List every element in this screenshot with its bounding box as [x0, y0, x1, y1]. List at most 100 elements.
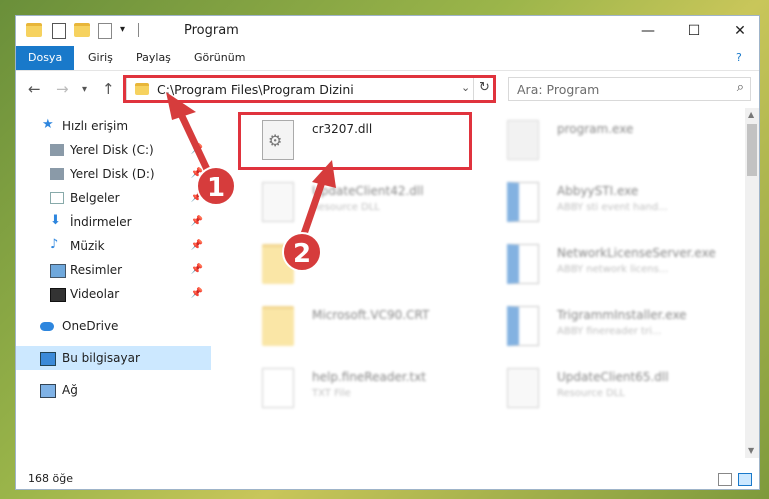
file-item[interactable] [240, 238, 490, 298]
ribbon: Dosya Giriş Paylaş Görünüm ? [16, 46, 759, 71]
file-item[interactable]: Microsoft.VC90.CRT [240, 300, 490, 360]
sidebar-item-label: Resimler [70, 263, 123, 277]
search-box[interactable]: Ara: Program ⌕ [508, 77, 751, 101]
sidebar-item-local-disk-c[interactable]: Yerel Disk (C:) 📌 [16, 138, 211, 162]
file-item[interactable]: UpdateClient42.dll Resource DLL [240, 176, 490, 236]
close-button[interactable]: ✕ [717, 16, 759, 46]
vertical-scrollbar[interactable]: ▲ ▼ [745, 108, 759, 458]
properties-icon[interactable] [52, 23, 66, 39]
chevron-down-icon[interactable]: ▾ [120, 24, 136, 38]
sidebar-item-label: Yerel Disk (D:) [70, 167, 155, 181]
search-input[interactable]: Ara: Program [517, 82, 599, 97]
dll-file-icon [262, 182, 294, 222]
folder-icon [262, 306, 294, 346]
tab-paylas[interactable]: Paylaş [124, 46, 183, 70]
new-folder-icon[interactable] [74, 23, 90, 37]
tab-giris[interactable]: Giriş [76, 46, 125, 70]
scroll-up-icon[interactable]: ▲ [748, 110, 754, 119]
sidebar-item-label: Ağ [62, 383, 78, 397]
computer-icon [40, 352, 56, 366]
pin-icon[interactable]: 📌 [191, 240, 203, 251]
file-description: ABBY network licens... [557, 264, 669, 275]
sidebar-item-label: Videolar [70, 287, 120, 301]
file-highlight [238, 112, 472, 170]
folder-icon [26, 23, 42, 37]
pictures-icon [50, 264, 66, 278]
sidebar-item-label: Bu bilgisayar [62, 351, 140, 365]
star-icon: ★ [42, 117, 54, 132]
file-description: ABBY finereader tri... [557, 326, 662, 337]
download-icon: ⬇ [50, 213, 61, 228]
pin-icon[interactable]: 📌 [191, 144, 203, 155]
sidebar-item-music[interactable]: ♪ Müzik 📌 [16, 234, 211, 258]
maximize-button[interactable]: ☐ [671, 16, 717, 46]
pin-icon[interactable]: 📌 [191, 264, 203, 275]
file-description: TXT File [312, 388, 351, 399]
tab-dosya[interactable]: Dosya [16, 46, 75, 70]
scrollbar-thumb[interactable] [747, 124, 757, 176]
file-name: NetworkLicenseServer.exe [557, 246, 716, 260]
recent-chevron-icon[interactable]: ▾ [82, 84, 87, 95]
file-description: Resource DLL [557, 388, 625, 399]
help-button[interactable]: ? [728, 46, 750, 70]
text-file-icon [262, 368, 294, 408]
sidebar-item-label: Belgeler [70, 191, 120, 205]
exe-file-icon [507, 182, 539, 222]
file-description: ABBY sti event hand... [557, 202, 668, 213]
sidebar-item-network[interactable]: Ağ [16, 378, 211, 402]
annotation-badge-1: 1 [196, 166, 236, 206]
sidebar-item-label: Yerel Disk (C:) [70, 143, 154, 157]
sidebar-item-onedrive[interactable]: OneDrive [16, 314, 211, 338]
sidebar-item-downloads[interactable]: ⬇ İndirmeler 📌 [16, 210, 211, 234]
file-item[interactable]: TrigrammInstaller.exe ABBY finereader tr… [485, 300, 735, 360]
item-count: 168 öğe [28, 472, 73, 485]
drive-icon [50, 168, 64, 180]
back-arrow-icon[interactable]: ← [28, 80, 41, 98]
details-view-icon[interactable] [718, 473, 732, 486]
scroll-down-icon[interactable]: ▼ [748, 446, 754, 455]
videos-icon [50, 288, 66, 302]
status-bar: 168 öğe [16, 468, 759, 489]
file-name: AbbyySTI.exe [557, 184, 639, 198]
forward-arrow-icon[interactable]: → [56, 80, 69, 98]
large-icons-view-icon[interactable] [738, 473, 752, 486]
sidebar-item-videos[interactable]: Videolar 📌 [16, 282, 211, 306]
file-name: program.exe [557, 122, 634, 136]
file-item[interactable]: AbbyySTI.exe ABBY sti event hand... [485, 176, 735, 236]
file-name: TrigrammInstaller.exe [557, 308, 687, 322]
title-bar: ▾ Program — ☐ ✕ [16, 16, 759, 46]
music-icon: ♪ [50, 237, 59, 252]
sidebar-item-local-disk-d[interactable]: Yerel Disk (D:) 📌 [16, 162, 211, 186]
file-item[interactable]: help.fineReader.txt TXT File [240, 362, 490, 422]
exe-file-icon [507, 306, 539, 346]
file-name: help.fineReader.txt [312, 370, 426, 384]
search-icon[interactable]: ⌕ [737, 80, 744, 95]
file-item[interactable]: NetworkLicenseServer.exe ABBY network li… [485, 238, 735, 298]
pin-icon[interactable]: 📌 [191, 288, 203, 299]
file-description: Resource DLL [312, 202, 380, 213]
sidebar-item-label: Müzik [70, 239, 105, 253]
sidebar-item-label: OneDrive [62, 319, 119, 333]
file-name: Microsoft.VC90.CRT [312, 308, 430, 322]
minimize-button[interactable]: — [625, 16, 671, 46]
file-item[interactable]: program.exe [485, 114, 735, 174]
navigation-pane: ★ Hızlı erişim Yerel Disk (C:) 📌 Yerel D… [16, 108, 213, 458]
file-name: UpdateClient42.dll [312, 184, 424, 198]
explorer-window: ▾ Program — ☐ ✕ Dosya Giriş Paylaş Görün… [15, 15, 760, 490]
file-name: UpdateClient65.dll [557, 370, 669, 384]
file-item[interactable]: UpdateClient65.dll Resource DLL [485, 362, 735, 422]
sidebar-item-pictures[interactable]: Resimler 📌 [16, 258, 211, 282]
sidebar-item-documents[interactable]: Belgeler 📌 [16, 186, 211, 210]
view-options-icon[interactable] [98, 23, 112, 39]
drive-icon [50, 144, 64, 156]
network-icon [40, 384, 56, 398]
pin-icon[interactable]: 📌 [191, 216, 203, 227]
tab-gorunum[interactable]: Görünüm [182, 46, 257, 70]
window-title: Program [184, 23, 239, 38]
sidebar-item-this-pc[interactable]: Bu bilgisayar [16, 346, 211, 370]
up-arrow-icon[interactable]: ↑ [102, 80, 115, 98]
sidebar-item-quick-access[interactable]: ★ Hızlı erişim [16, 114, 211, 138]
sidebar-item-label: İndirmeler [70, 215, 132, 229]
sidebar-item-label: Hızlı erişim [62, 119, 129, 133]
address-highlight [123, 75, 496, 103]
